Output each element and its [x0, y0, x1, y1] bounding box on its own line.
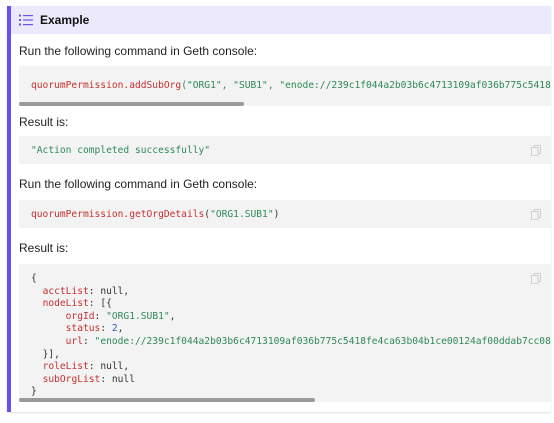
result-string: "Action completed successfully"	[31, 145, 211, 156]
code-block-addsuborg[interactable]: quorumPermission.addSubOrg("ORG1", "SUB1…	[19, 66, 551, 106]
admonition-title: Example	[40, 13, 90, 27]
horizontal-scrollbar[interactable]	[19, 102, 551, 106]
code-block-result-1[interactable]: "Action completed successfully"	[19, 136, 551, 164]
code-args: ("ORG1", "SUB1", "enode://239c1f044a2b03…	[181, 80, 551, 91]
scrollbar-thumb[interactable]	[19, 102, 244, 106]
list-icon	[19, 14, 33, 26]
code-function: quorumPermission.addSubOrg	[31, 80, 182, 91]
code-arg: "ORG1.SUB1"	[210, 209, 274, 220]
code-block-getorgdetails[interactable]: quorumPermission.getOrgDetails("ORG1.SUB…	[19, 200, 551, 228]
instruction-text-1: Run the following command in Geth consol…	[19, 44, 258, 58]
code-block-result-2[interactable]: { acctList: null, nodeList: [{ orgId: "O…	[19, 264, 551, 402]
admonition-header: Example	[11, 6, 551, 34]
code-function: quorumPermission.getOrgDetails	[31, 209, 205, 220]
instruction-text-2: Run the following command in Geth consol…	[19, 177, 258, 191]
copy-icon[interactable]	[531, 209, 541, 220]
paren-close: )	[273, 209, 280, 220]
copy-icon[interactable]	[531, 145, 541, 156]
example-admonition: Example Run the following command in Get…	[7, 6, 551, 412]
horizontal-scrollbar[interactable]	[19, 398, 551, 402]
scrollbar-thumb[interactable]	[19, 398, 315, 402]
result-label-2: Result is:	[19, 241, 69, 255]
result-json: { acctList: null, nodeList: [{ orgId: "O…	[31, 273, 551, 398]
result-label-1: Result is:	[19, 115, 69, 129]
copy-icon[interactable]	[531, 273, 541, 284]
